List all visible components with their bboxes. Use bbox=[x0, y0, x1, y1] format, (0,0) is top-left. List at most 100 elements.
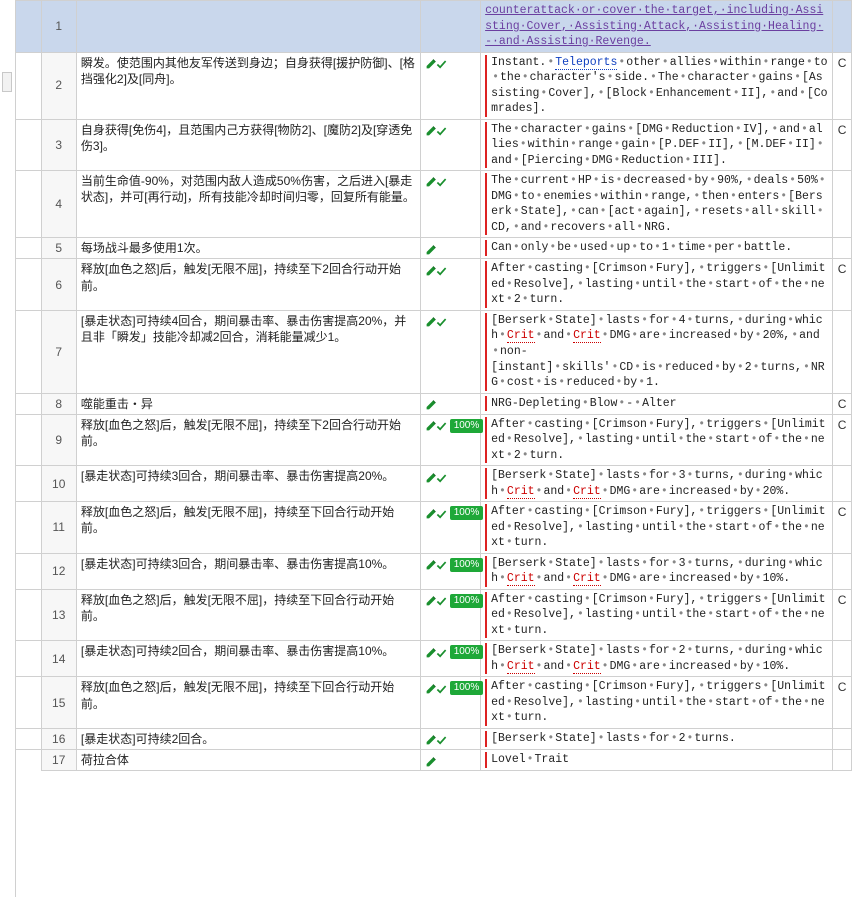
row-number: 11 bbox=[41, 502, 76, 554]
target-header[interactable]: counterattack·or·cover·the·target,·inclu… bbox=[481, 1, 833, 53]
source-cell[interactable]: 释放[血色之怒]后，触发[无限不屈]，持续至下回合行动开始前。 bbox=[76, 677, 420, 729]
target-cell[interactable]: Aftercasting[CrimsonFury],triggers[Unlim… bbox=[481, 589, 833, 641]
status-cell bbox=[420, 750, 480, 771]
target-cell[interactable]: Thecharactergains[DMGReductionIV],andall… bbox=[481, 119, 833, 171]
spacer bbox=[16, 641, 41, 677]
tail-cell bbox=[833, 171, 852, 238]
table-row[interactable]: 6释放[血色之怒]后，触发[无限不屈]，持续至下2回合行动开始前。Afterca… bbox=[16, 259, 852, 311]
tail-cell bbox=[833, 310, 852, 393]
table-row[interactable]: 16[暴走状态]可持续2回合。[BerserkState]lastsfor2tu… bbox=[16, 729, 852, 750]
target-cell[interactable]: Aftercasting[CrimsonFury],triggers[Unlim… bbox=[481, 677, 833, 729]
edit-icon[interactable] bbox=[425, 755, 438, 768]
spacer bbox=[16, 414, 41, 466]
source-cell[interactable]: 释放[血色之怒]后，触发[无限不屈]，持续至下回合行动开始前。 bbox=[76, 502, 420, 554]
tail-cell: C bbox=[833, 677, 852, 729]
tail-cell: C bbox=[833, 52, 852, 119]
table-row[interactable]: 13释放[血色之怒]后，触发[无限不屈]，持续至下回合行动开始前。100%Aft… bbox=[16, 589, 852, 641]
table-row[interactable]: 4当前生命值-90%，对范围内敌人造成50%伤害，之后进入[暴走状态]，并可[再… bbox=[16, 171, 852, 238]
status-cell bbox=[420, 119, 480, 171]
table-row[interactable]: 17荷拉合体 LovelTrait bbox=[16, 750, 852, 771]
spacer bbox=[16, 393, 41, 414]
source-cell[interactable]: [暴走状态]可持续4回合，期间暴击率、暴击伤害提高20%，并且非「瞬发」技能冷却… bbox=[76, 310, 420, 393]
spacer bbox=[16, 466, 41, 502]
target-cell[interactable]: Canonlybeusedupto1timeperbattle. bbox=[481, 238, 833, 259]
target-cell[interactable]: [BerserkState]lastsfor4turns,duringwhich… bbox=[481, 310, 833, 393]
status-cell bbox=[420, 238, 480, 259]
tail-cell bbox=[833, 641, 852, 677]
status-cell bbox=[420, 729, 480, 750]
source-cell[interactable]: 释放[血色之怒]后，触发[无限不屈]，持续至下回合行动开始前。 bbox=[76, 589, 420, 641]
status-cell bbox=[420, 259, 480, 311]
target-cell[interactable]: [BerserkState]lastsfor2turns,duringwhich… bbox=[481, 641, 833, 677]
table-row[interactable]: 12[暴走状态]可持续3回合，期间暴击率、暴击伤害提高10%。100%[Bers… bbox=[16, 553, 852, 589]
row-number: 17 bbox=[41, 750, 76, 771]
source-cell[interactable]: 瞬发。使范围内其他友军传送到身边；自身获得[援护防御]、[格挡强化2]及[同舟]… bbox=[76, 52, 420, 119]
source-cell[interactable]: 释放[血色之怒]后，触发[无限不屈]，持续至下2回合行动开始前。 bbox=[76, 414, 420, 466]
edit-icon[interactable] bbox=[425, 398, 438, 411]
target-cell[interactable]: [BerserkState]lastsfor3turns,duringwhich… bbox=[481, 553, 833, 589]
table-row[interactable]: 2瞬发。使范围内其他友军传送到身边；自身获得[援护防御]、[格挡强化2]及[同舟… bbox=[16, 52, 852, 119]
check-icon bbox=[436, 265, 447, 276]
table-row[interactable]: 10[暴走状态]可持续3回合，期间暴击率、暴击伤害提高20%。[BerserkS… bbox=[16, 466, 852, 502]
header-link[interactable]: counterattack·or·cover·the·target,·inclu… bbox=[485, 4, 823, 48]
check-icon bbox=[436, 595, 447, 606]
row-number: 13 bbox=[41, 589, 76, 641]
check-icon bbox=[436, 508, 447, 519]
spacer bbox=[16, 729, 41, 750]
source-cell[interactable]: 每场战斗最多使用1次。 bbox=[76, 238, 420, 259]
target-cell[interactable]: LovelTrait bbox=[481, 750, 833, 771]
table-row[interactable]: 7[暴走状态]可持续4回合，期间暴击率、暴击伤害提高20%，并且非「瞬发」技能冷… bbox=[16, 310, 852, 393]
target-cell[interactable]: Aftercasting[CrimsonFury],triggers[Unlim… bbox=[481, 259, 833, 311]
spacer bbox=[16, 589, 41, 641]
check-icon bbox=[436, 176, 447, 187]
spacer bbox=[16, 171, 41, 238]
status-cell bbox=[420, 52, 480, 119]
check-icon bbox=[436, 683, 447, 694]
source-cell[interactable]: 荷拉合体 bbox=[76, 750, 420, 771]
gutter-marker bbox=[2, 72, 12, 92]
tail-cell: C bbox=[833, 414, 852, 466]
source-header bbox=[76, 1, 420, 53]
source-cell[interactable]: 自身获得[免伤4]，且范围内己方获得[物防2]、[魔防2]及[穿透免伤3]。 bbox=[76, 119, 420, 171]
table-row[interactable]: 14[暴走状态]可持续2回合，期间暴击率、暴击伤害提高10%。100%[Bers… bbox=[16, 641, 852, 677]
source-cell[interactable]: 释放[血色之怒]后，触发[无限不屈]，持续至下2回合行动开始前。 bbox=[76, 259, 420, 311]
table-row[interactable]: 8噬能重击・异NRG-DepletingBlow-AlterC bbox=[16, 393, 852, 414]
tail-cell: C bbox=[833, 589, 852, 641]
table-row[interactable]: 3自身获得[免伤4]，且范围内己方获得[物防2]、[魔防2]及[穿透免伤3]。T… bbox=[16, 119, 852, 171]
target-cell[interactable]: NRG-DepletingBlow-Alter bbox=[481, 393, 833, 414]
target-cell[interactable]: ThecurrentHPisdecreasedby90%,deals50%DMG… bbox=[481, 171, 833, 238]
target-cell[interactable]: Instant.Teleportsotherallieswithinranget… bbox=[481, 52, 833, 119]
spacer bbox=[16, 750, 41, 771]
source-cell[interactable]: [暴走状态]可持续2回合。 bbox=[76, 729, 420, 750]
status-cell: 100% bbox=[420, 589, 480, 641]
row-number: 7 bbox=[41, 310, 76, 393]
target-cell[interactable]: Aftercasting[CrimsonFury],triggers[Unlim… bbox=[481, 502, 833, 554]
source-cell[interactable]: 噬能重击・异 bbox=[76, 393, 420, 414]
source-cell[interactable]: 当前生命值-90%，对范围内敌人造成50%伤害，之后进入[暴走状态]，并可[再行… bbox=[76, 171, 420, 238]
spacer bbox=[16, 677, 41, 729]
match-badge: 100% bbox=[450, 645, 484, 659]
row-number: 4 bbox=[41, 171, 76, 238]
table-row[interactable]: 15释放[血色之怒]后，触发[无限不屈]，持续至下回合行动开始前。100%Aft… bbox=[16, 677, 852, 729]
source-cell[interactable]: [暴走状态]可持续3回合，期间暴击率、暴击伤害提高10%。 bbox=[76, 553, 420, 589]
table-row[interactable]: 9释放[血色之怒]后，触发[无限不屈]，持续至下2回合行动开始前。100%Aft… bbox=[16, 414, 852, 466]
check-icon bbox=[436, 58, 447, 69]
tail-cell bbox=[833, 729, 852, 750]
edit-icon[interactable] bbox=[425, 243, 438, 256]
source-cell[interactable]: [暴走状态]可持续2回合，期间暴击率、暴击伤害提高10%。 bbox=[76, 641, 420, 677]
tail-cell: C bbox=[833, 502, 852, 554]
row-number: 2 bbox=[41, 52, 76, 119]
spacer bbox=[16, 553, 41, 589]
target-cell[interactable]: Aftercasting[CrimsonFury],triggers[Unlim… bbox=[481, 414, 833, 466]
match-badge: 100% bbox=[450, 558, 484, 572]
spacer bbox=[16, 310, 41, 393]
target-cell[interactable]: [BerserkState]lastsfor2turns. bbox=[481, 729, 833, 750]
source-cell[interactable]: [暴走状态]可持续3回合，期间暴击率、暴击伤害提高20%。 bbox=[76, 466, 420, 502]
status-header bbox=[420, 1, 480, 53]
header-row: 1 counterattack·or·cover·the·target,·inc… bbox=[16, 1, 852, 53]
check-icon bbox=[436, 125, 447, 136]
table-row[interactable]: 5每场战斗最多使用1次。Canonlybeusedupto1timeperbat… bbox=[16, 238, 852, 259]
target-cell[interactable]: [BerserkState]lastsfor3turns,duringwhich… bbox=[481, 466, 833, 502]
match-badge: 100% bbox=[450, 594, 484, 608]
table-row[interactable]: 11释放[血色之怒]后，触发[无限不屈]，持续至下回合行动开始前。100%Aft… bbox=[16, 502, 852, 554]
